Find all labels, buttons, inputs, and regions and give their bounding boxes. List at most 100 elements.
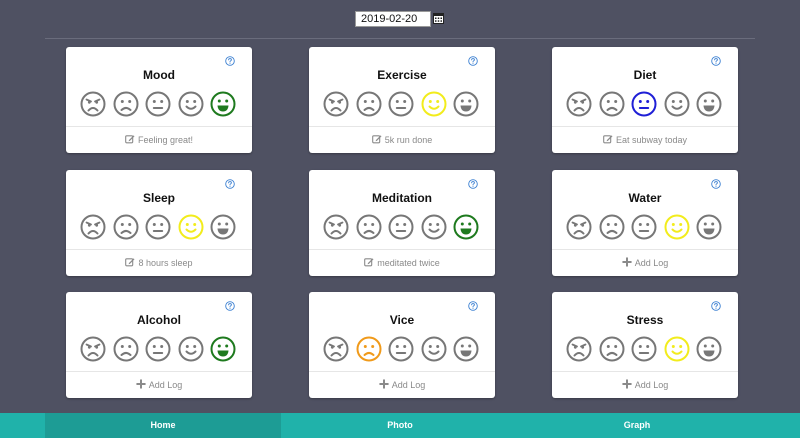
calendar-icon[interactable] [433,12,444,24]
card-title: Water [628,191,662,205]
very-sad-face-icon[interactable] [80,91,106,117]
sad-face-icon[interactable] [599,336,625,362]
log-note-text: Add Log [634,258,669,268]
bottom-nav: Home Photo Graph [0,413,800,438]
log-note[interactable]: 8 hours sleep [66,257,252,268]
question-circle-icon[interactable] [468,179,478,189]
very-sad-face-icon[interactable] [566,336,592,362]
rating-faces [323,214,483,240]
card-divider [66,371,252,372]
neutral-face-icon[interactable] [388,336,414,362]
question-circle-icon[interactable] [468,56,478,66]
happy-face-icon[interactable] [664,214,690,240]
card-title: Exercise [377,68,427,82]
log-note-text: Add Log [148,380,183,390]
date-input[interactable] [355,11,431,27]
tab-photo[interactable]: Photo [281,413,519,438]
plus-icon [621,257,632,267]
tab-home[interactable]: Home [45,413,281,438]
card-title: Meditation [372,191,432,205]
happy-face-icon[interactable] [664,336,690,362]
happy-face-icon[interactable] [421,91,447,117]
add-log-button[interactable]: Add Log [552,379,738,390]
neutral-face-icon[interactable] [145,214,171,240]
very-sad-face-icon[interactable] [566,214,592,240]
add-log-button[interactable]: Add Log [66,379,252,390]
log-note[interactable]: Eat subway today [552,134,738,145]
question-circle-icon[interactable] [468,301,478,311]
very-sad-face-icon[interactable] [323,214,349,240]
sad-face-icon[interactable] [356,91,382,117]
happy-face-icon[interactable] [178,91,204,117]
rating-faces [566,91,726,117]
log-note-text: meditated twice [377,258,440,268]
sad-face-icon[interactable] [113,91,139,117]
very-happy-face-icon[interactable] [210,91,236,117]
card-divider [66,249,252,250]
card-title: Alcohol [137,313,181,327]
sad-face-icon[interactable] [599,91,625,117]
card-title: Sleep [142,191,175,205]
tracker-card-diet: Diet Eat subway today [552,47,738,153]
sad-face-icon[interactable] [113,214,139,240]
add-log-button[interactable]: Add Log [309,379,495,390]
very-sad-face-icon[interactable] [566,91,592,117]
neutral-face-icon[interactable] [631,336,657,362]
very-happy-face-icon[interactable] [696,336,722,362]
neutral-face-icon[interactable] [145,91,171,117]
pencil-square-icon [371,135,382,144]
pencil-square-icon [125,258,135,267]
very-happy-face-icon[interactable] [453,91,479,117]
rating-faces [323,336,483,362]
card-title: Mood [143,68,175,82]
tracker-card-stress: Stress Add Log [552,292,738,398]
very-sad-face-icon[interactable] [323,91,349,117]
card-title: Vice [389,313,415,327]
tracker-card-alcohol: Alcohol Add Log [66,292,252,398]
question-circle-icon[interactable] [711,56,721,66]
sad-face-icon[interactable] [599,214,625,240]
neutral-face-icon[interactable] [145,336,171,362]
very-sad-face-icon[interactable] [323,336,349,362]
happy-face-icon[interactable] [421,214,447,240]
very-sad-face-icon[interactable] [80,214,106,240]
question-circle-icon[interactable] [711,301,721,311]
tracker-card-mood: Mood Feeling great! [66,47,252,153]
happy-face-icon[interactable] [664,91,690,117]
log-note[interactable]: Feeling great! [66,134,252,145]
very-sad-face-icon[interactable] [80,336,106,362]
tab-graph[interactable]: Graph [519,413,755,438]
sad-face-icon[interactable] [113,336,139,362]
happy-face-icon[interactable] [178,336,204,362]
log-note-text: Add Log [391,380,426,390]
add-log-button[interactable]: Add Log [552,257,738,268]
sad-face-icon[interactable] [356,214,382,240]
card-title: Stress [626,313,664,327]
rating-faces [80,336,240,362]
happy-face-icon[interactable] [178,214,204,240]
very-happy-face-icon[interactable] [210,336,236,362]
log-note[interactable]: meditated twice [309,257,495,268]
neutral-face-icon[interactable] [631,214,657,240]
question-circle-icon[interactable] [225,56,235,66]
question-circle-icon[interactable] [225,179,235,189]
pencil-square-icon [125,135,135,144]
card-divider [552,126,738,127]
plus-icon [135,379,146,389]
question-circle-icon[interactable] [711,179,721,189]
neutral-face-icon[interactable] [388,91,414,117]
tracker-card-sleep: Sleep 8 hours sleep [66,170,252,276]
very-happy-face-icon[interactable] [453,336,479,362]
very-happy-face-icon[interactable] [696,214,722,240]
neutral-face-icon[interactable] [388,214,414,240]
very-happy-face-icon[interactable] [210,214,236,240]
log-note-text: Add Log [634,380,669,390]
very-happy-face-icon[interactable] [696,91,722,117]
question-circle-icon[interactable] [225,301,235,311]
happy-face-icon[interactable] [421,336,447,362]
very-happy-face-icon[interactable] [453,214,479,240]
sad-face-icon[interactable] [356,336,382,362]
card-divider [552,249,738,250]
log-note[interactable]: 5k run done [309,134,495,145]
neutral-face-icon[interactable] [631,91,657,117]
